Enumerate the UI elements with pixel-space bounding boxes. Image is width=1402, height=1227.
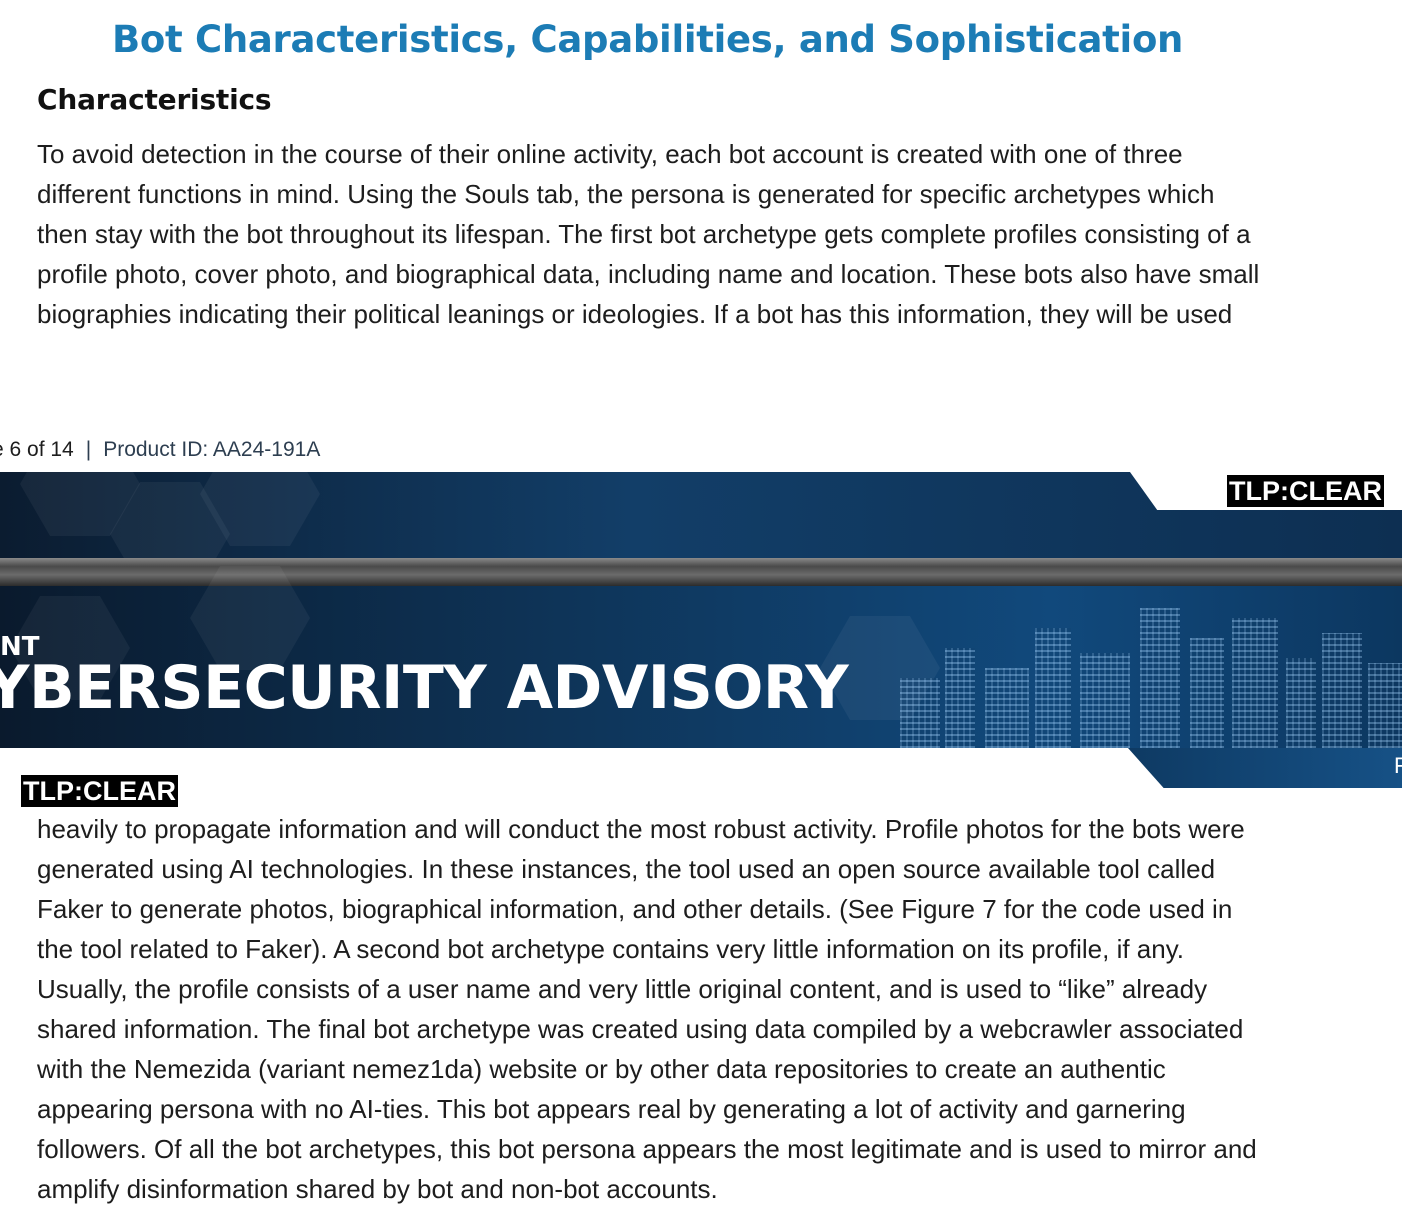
tlp-label-top: TLP:CLEAR	[1227, 475, 1384, 507]
sub-heading: Characteristics	[37, 83, 272, 116]
skyline-decoration	[945, 648, 975, 748]
paragraph-line: biographies indicating their political l…	[37, 299, 1233, 329]
tlp-label-bottom: TLP:CLEAR	[21, 775, 178, 807]
paragraph-line: Usually, the profile consists of a user …	[37, 974, 1208, 1004]
page-footer: e 6 of 14 | Product ID: AA24-191A	[0, 436, 320, 464]
paragraph-line: profile photo, cover photo, and biograph…	[37, 259, 1260, 289]
paragraph-line: amplify disinformation shared by bot and…	[37, 1174, 718, 1204]
paragraph-line: heavily to propagate information and wil…	[37, 814, 1245, 844]
advisory-banner: NT YBERSECURITY ADVISORY	[0, 472, 1402, 748]
skyline-decoration	[1368, 663, 1402, 748]
paragraph-line: appearing persona with no AI-ties. This …	[37, 1094, 1186, 1124]
product-id: Product ID: AA24-191A	[103, 438, 321, 461]
page-number: e 6 of 14	[0, 438, 74, 461]
skyline-decoration	[900, 678, 940, 748]
banner-bottom-tab	[1128, 748, 1402, 788]
skyline-decoration	[1322, 633, 1362, 748]
skyline-decoration	[1232, 618, 1278, 748]
skyline-decoration	[1140, 608, 1180, 748]
paragraph-line: shared information. The final bot archet…	[37, 1014, 1244, 1044]
paragraph-line: generated using AI technologies. In thes…	[37, 854, 1216, 884]
paragraph-top: To avoid detection in the course of thei…	[37, 134, 1367, 334]
paragraph-bottom: heavily to propagate information and wil…	[37, 809, 1367, 1209]
skyline-decoration	[1035, 628, 1071, 748]
skyline-decoration	[1286, 658, 1316, 748]
skyline-decoration	[1190, 638, 1224, 748]
banner-tab-letter: F	[1394, 753, 1402, 778]
paragraph-line: then stay with the bot throughout its li…	[37, 219, 1251, 249]
banner-title: YBERSECURITY ADVISORY	[0, 653, 849, 723]
paragraph-line: followers. Of all the bot archetypes, th…	[37, 1134, 1257, 1164]
skyline-decoration	[1080, 653, 1130, 748]
paragraph-line: To avoid detection in the course of thei…	[37, 139, 1183, 169]
paragraph-line: Faker to generate photos, biographical i…	[37, 894, 1233, 924]
banner-rule	[0, 558, 1402, 586]
footer-separator: |	[85, 438, 92, 461]
paragraph-line: different functions in mind. Using the S…	[37, 179, 1215, 209]
paragraph-line: the tool related to Faker). A second bot…	[37, 934, 1185, 964]
skyline-decoration	[985, 668, 1029, 748]
section-heading: Bot Characteristics, Capabilities, and S…	[112, 18, 1184, 61]
paragraph-line: with the Nemezida (variant nemez1da) web…	[37, 1054, 1166, 1084]
